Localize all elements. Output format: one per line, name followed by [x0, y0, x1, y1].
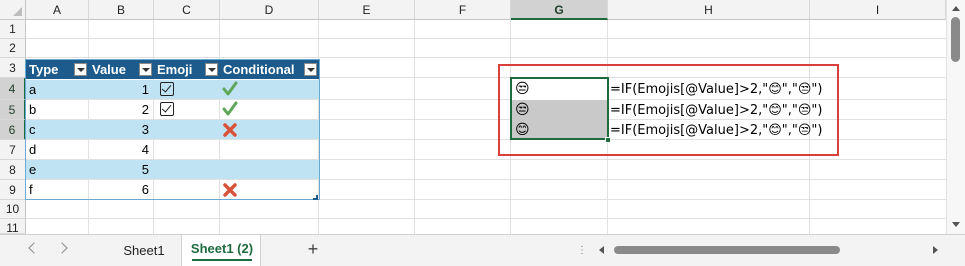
- cell-type[interactable]: e: [29, 160, 36, 179]
- filter-dropdown-icon[interactable]: [139, 63, 152, 76]
- gridline: [26, 218, 946, 219]
- cell-value[interactable]: 6: [89, 180, 149, 199]
- sheet-tab-label: Sheet1 (2): [190, 241, 254, 256]
- gridline: [414, 20, 415, 234]
- cross-mark-icon: [223, 123, 237, 137]
- emoji-cell: 😊: [515, 122, 530, 138]
- formula-text: =IF(Emojis[@Value]>2,"😊","😒"): [610, 103, 823, 118]
- gridline: [26, 99, 946, 100]
- cell-type[interactable]: c: [29, 120, 36, 139]
- column-header-c[interactable]: C: [154, 0, 220, 20]
- cross-mark-icon: [223, 183, 237, 197]
- checkbox-icon[interactable]: [160, 102, 174, 116]
- row-header-9[interactable]: 9: [0, 180, 26, 200]
- table-header-label: Type: [29, 62, 59, 77]
- column-header-i[interactable]: I: [810, 0, 946, 20]
- prev-sheet-arrow-icon[interactable]: [28, 242, 40, 254]
- cell-type[interactable]: d: [29, 140, 36, 159]
- table-header-label: Conditional: [223, 62, 295, 77]
- table-header-value[interactable]: Value: [89, 60, 154, 79]
- cell-type[interactable]: a: [29, 80, 36, 99]
- gridline: [26, 38, 946, 39]
- emoji-cell: 😒: [515, 102, 530, 118]
- cell-value[interactable]: 3: [89, 120, 149, 139]
- column-header-g[interactable]: G: [511, 0, 608, 20]
- cell-value[interactable]: 1: [89, 80, 149, 99]
- table-header-label: Emoji: [157, 62, 193, 77]
- gridline: [26, 199, 946, 200]
- checkbox-icon[interactable]: [160, 82, 174, 96]
- vertical-scrollbar[interactable]: [946, 0, 965, 234]
- row-header-8[interactable]: 8: [0, 160, 26, 180]
- cell-type[interactable]: b: [29, 100, 36, 119]
- check-mark-icon: [222, 101, 238, 116]
- row-header-1[interactable]: 1: [0, 20, 26, 39]
- emoji-cell: 😒: [515, 81, 530, 97]
- filter-dropdown-icon[interactable]: [205, 63, 218, 76]
- horizontal-scroll-thumb[interactable]: [614, 246, 840, 254]
- row-header-11[interactable]: 11: [0, 219, 26, 234]
- row-header-10[interactable]: 10: [0, 200, 26, 219]
- row-header-3[interactable]: 3: [0, 58, 26, 78]
- row-header-2[interactable]: 2: [0, 39, 26, 58]
- column-header-f[interactable]: F: [415, 0, 511, 20]
- scroll-down-arrow-icon[interactable]: [952, 222, 960, 227]
- add-sheet-button[interactable]: +: [304, 238, 322, 260]
- tab-splitter-handle[interactable]: ⋮: [577, 245, 587, 257]
- table-header-conditional[interactable]: Conditional: [220, 60, 319, 79]
- table-resize-handle[interactable]: [313, 195, 318, 200]
- scroll-up-arrow-icon[interactable]: [952, 6, 960, 11]
- table-row-band: [26, 160, 319, 179]
- column-header-a[interactable]: A: [26, 0, 89, 20]
- check-mark-icon: [222, 81, 238, 96]
- cell-value[interactable]: 2: [89, 100, 149, 119]
- cell-value[interactable]: 5: [89, 160, 149, 179]
- column-header-e[interactable]: E: [319, 0, 415, 20]
- scroll-right-arrow-icon[interactable]: [933, 246, 938, 254]
- filter-dropdown-icon[interactable]: [304, 63, 317, 76]
- table-header-label: Value: [92, 62, 126, 77]
- table-header-type[interactable]: Type: [26, 60, 89, 79]
- row-header-6[interactable]: 6: [0, 120, 26, 140]
- column-header-d[interactable]: D: [220, 0, 319, 20]
- active-tab-underline: [192, 259, 252, 261]
- column-header-h[interactable]: H: [608, 0, 810, 20]
- vertical-scroll-thumb[interactable]: [951, 17, 960, 62]
- sheet-tab-sheet1[interactable]: Sheet1: [112, 242, 176, 260]
- table-row-band: [26, 120, 319, 139]
- cell-type[interactable]: f: [29, 180, 33, 199]
- table-header-emoji[interactable]: Emoji: [154, 60, 220, 79]
- cell-value[interactable]: 4: [89, 140, 149, 159]
- gridline: [26, 179, 946, 180]
- row-header-7[interactable]: 7: [0, 140, 26, 160]
- formula-text: =IF(Emojis[@Value]>2,"😊","😒"): [610, 123, 823, 138]
- corner-select-all[interactable]: [0, 0, 26, 20]
- scroll-left-arrow-icon[interactable]: [599, 246, 604, 254]
- formula-text: =IF(Emojis[@Value]>2,"😊","😒"): [610, 82, 823, 97]
- row-header-5[interactable]: 5: [0, 100, 26, 120]
- horizontal-scrollbar[interactable]: [596, 241, 942, 259]
- column-header-b[interactable]: B: [89, 0, 154, 20]
- gridline: [26, 57, 946, 58]
- row-header-4[interactable]: 4: [0, 78, 26, 100]
- next-sheet-arrow-icon[interactable]: [56, 242, 68, 254]
- filter-dropdown-icon[interactable]: [74, 63, 87, 76]
- sheet-tab-sheet1-2[interactable]: Sheet1 (2): [181, 235, 261, 266]
- sheet-tab-bar: Sheet1 Sheet1 (2) + ⋮: [0, 234, 965, 266]
